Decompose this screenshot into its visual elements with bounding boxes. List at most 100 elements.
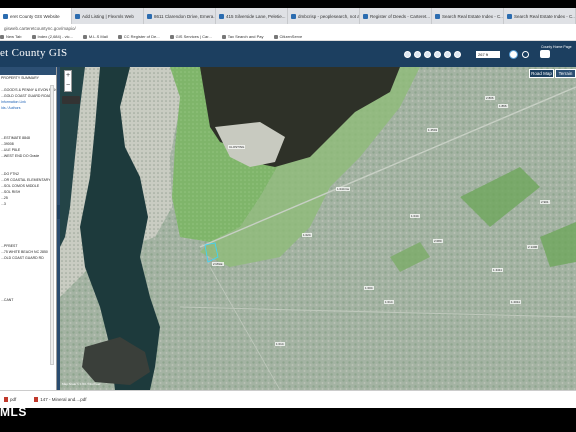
parcel-label: 2 MILE (212, 262, 224, 266)
basemap-terrain-button[interactable]: Terrain (555, 69, 576, 78)
next-extent-icon[interactable] (454, 51, 461, 58)
bookmark-favicon-icon (273, 34, 278, 39)
parcel-label: 2 901 (540, 200, 550, 204)
panel-rows: PROPERTY SUMMARY ...GOOD'S & PENNY & EVON… (0, 75, 56, 303)
bookmark-favicon-icon (169, 34, 174, 39)
browser-tab[interactable]: Add Listing | Flexmls Web (72, 8, 144, 24)
address-bar[interactable]: gisweb.carteretcountync.gov/mapio/ (0, 24, 576, 33)
bookmark-item[interactable]: Tax Search and Pay (221, 34, 264, 39)
bookmark-favicon-icon (82, 34, 87, 39)
panel-header (0, 67, 56, 75)
bookmark-item[interactable]: M.L.S Mail (82, 34, 108, 39)
tab-favicon-icon (435, 13, 440, 19)
bookmark-label: M.L.S Mail (88, 34, 108, 39)
bookmark-item[interactable]: Index (2,684) - vic... (31, 34, 73, 39)
previous-extent-icon[interactable] (444, 51, 451, 58)
county-home-link[interactable]: County Home Page (541, 45, 572, 49)
parcel-label: 1 044 Ce (336, 187, 351, 191)
bookmark-label: Index (2,684) - vic... (37, 34, 73, 39)
tab-favicon-icon (75, 13, 80, 19)
parcel-label: 1 4501 (427, 128, 439, 132)
scale-value: 267 ft (478, 52, 489, 57)
scale-select[interactable]: 267 ft (476, 51, 500, 58)
tools-menu-icon[interactable] (540, 50, 550, 58)
tab-favicon-icon (219, 13, 224, 19)
bookmark-favicon-icon (31, 34, 36, 39)
bookmark-label: Tax Search and Pay (227, 34, 264, 39)
help-icon[interactable] (509, 50, 518, 59)
bookmark-favicon-icon (0, 34, 4, 39)
parcel-label: 1 866 (498, 104, 508, 108)
zoom-in-button[interactable]: + (65, 71, 71, 81)
download-label: pdf (10, 397, 17, 402)
tab-label: 415 Silverside Lane, Peletie... (226, 13, 286, 19)
zoom-control: + − (64, 70, 72, 92)
zoom-in-tool-icon[interactable] (404, 51, 411, 58)
parcel-label: CLOSTING (228, 145, 246, 149)
bookmark-favicon-icon (117, 34, 122, 39)
browser-tab-strip: eret County GIS Website Add Listing | Fle… (0, 8, 576, 24)
bookmark-favicon-icon (221, 34, 226, 39)
zoom-out-button[interactable]: − (65, 81, 71, 91)
tab-favicon-icon (3, 13, 8, 19)
parcel-label: 1 014 (275, 342, 285, 346)
bookmark-label: GIS Services | Car... (175, 34, 212, 39)
map-attribution: Map Scale © 1:00 / Dist Feet (62, 382, 101, 386)
parcel-label: 1 044 (410, 214, 420, 218)
tab-label: 8611 Clarendon Drive, Emera... (154, 13, 216, 19)
panel-row: ...CANT (1, 298, 14, 302)
aerial-imagery (60, 67, 576, 390)
bookmark-item[interactable]: CC Register of De... (117, 34, 160, 39)
browser-tab[interactable]: 415 Silverside Lane, Peletie... (216, 8, 288, 24)
bookmark-item[interactable]: New Tab (0, 34, 22, 39)
bookmark-label: CC Register of De... (123, 34, 160, 39)
parcel-label: 2 806 (485, 96, 495, 100)
parcel-label: 1 004 (364, 286, 374, 290)
tab-favicon-icon (507, 13, 512, 19)
download-item[interactable]: pdf (4, 397, 16, 402)
map-toolbar (404, 51, 464, 58)
bookmark-label: New Tab (6, 34, 22, 39)
browser-tab[interactable]: dmbcrisp - peoplesearch, not au... (288, 8, 360, 24)
browser-tab[interactable]: Search Real Estate Index - C... (504, 8, 576, 24)
bookmark-item[interactable]: GIS Services | Car... (169, 34, 212, 39)
tab-favicon-icon (291, 13, 296, 19)
pdf-file-icon (34, 397, 39, 402)
bookmarks-bar: New Tab Index (2,684) - vic... M.L.S Mail C… (0, 33, 576, 41)
browser-tab[interactable]: Search Real Estate Index - C... (432, 8, 504, 24)
bookmark-item[interactable]: CitizenServe (273, 34, 303, 39)
full-extent-icon[interactable] (424, 51, 431, 58)
tab-label: Search Real Estate Index - C... (514, 13, 576, 19)
tab-favicon-icon (147, 13, 152, 19)
panel-scrollbar[interactable] (50, 85, 54, 365)
map-view[interactable] (60, 67, 576, 390)
browser-tab[interactable]: eret County GIS Website (0, 8, 72, 24)
bookmark-label: CitizenServe (279, 34, 303, 39)
layers-button[interactable] (62, 96, 80, 104)
gis-app-title: et County GIS (0, 47, 68, 59)
browser-tab[interactable]: Register of Deeds - Carteret... (360, 8, 432, 24)
mls-watermark: MLS (0, 405, 27, 419)
tab-label: Add Listing | Flexmls Web (82, 13, 134, 19)
basemap-road-button[interactable]: Road Map (529, 69, 554, 78)
parcel-label: 2 1406 (527, 245, 539, 249)
url-text[interactable]: gisweb.carteretcountync.gov/mapio/ (4, 26, 76, 31)
gis-header: et County GIS 267 ft County Home Page (0, 41, 576, 67)
search-icon[interactable] (522, 51, 529, 58)
parcel-label: 1 024 (302, 233, 312, 237)
pdf-file-icon (4, 397, 8, 402)
tab-label: dmbcrisp - peoplesearch, not au... (298, 13, 360, 19)
tab-label: eret County GIS Website (10, 13, 60, 19)
property-info-panel: PROPERTY SUMMARY ...GOOD'S & PENNY & EVON… (0, 67, 57, 390)
parcel-label: 2 080 (433, 239, 443, 243)
tab-favicon-icon (363, 13, 368, 19)
zoom-out-tool-icon[interactable] (414, 51, 421, 58)
parcel-label: 1 4411 (492, 268, 503, 272)
pan-tool-icon[interactable] (434, 51, 441, 58)
parcel-label: 1 2011 (510, 300, 521, 304)
tab-label: Register of Deeds - Carteret... (370, 13, 431, 19)
browser-tab[interactable]: 8611 Clarendon Drive, Emera... (144, 8, 216, 24)
parcel-label: 1 014 (384, 300, 394, 304)
download-item[interactable]: 147 - Mineral and....pdf (34, 397, 87, 402)
download-bar: pdf 147 - Mineral and....pdf (0, 390, 576, 408)
